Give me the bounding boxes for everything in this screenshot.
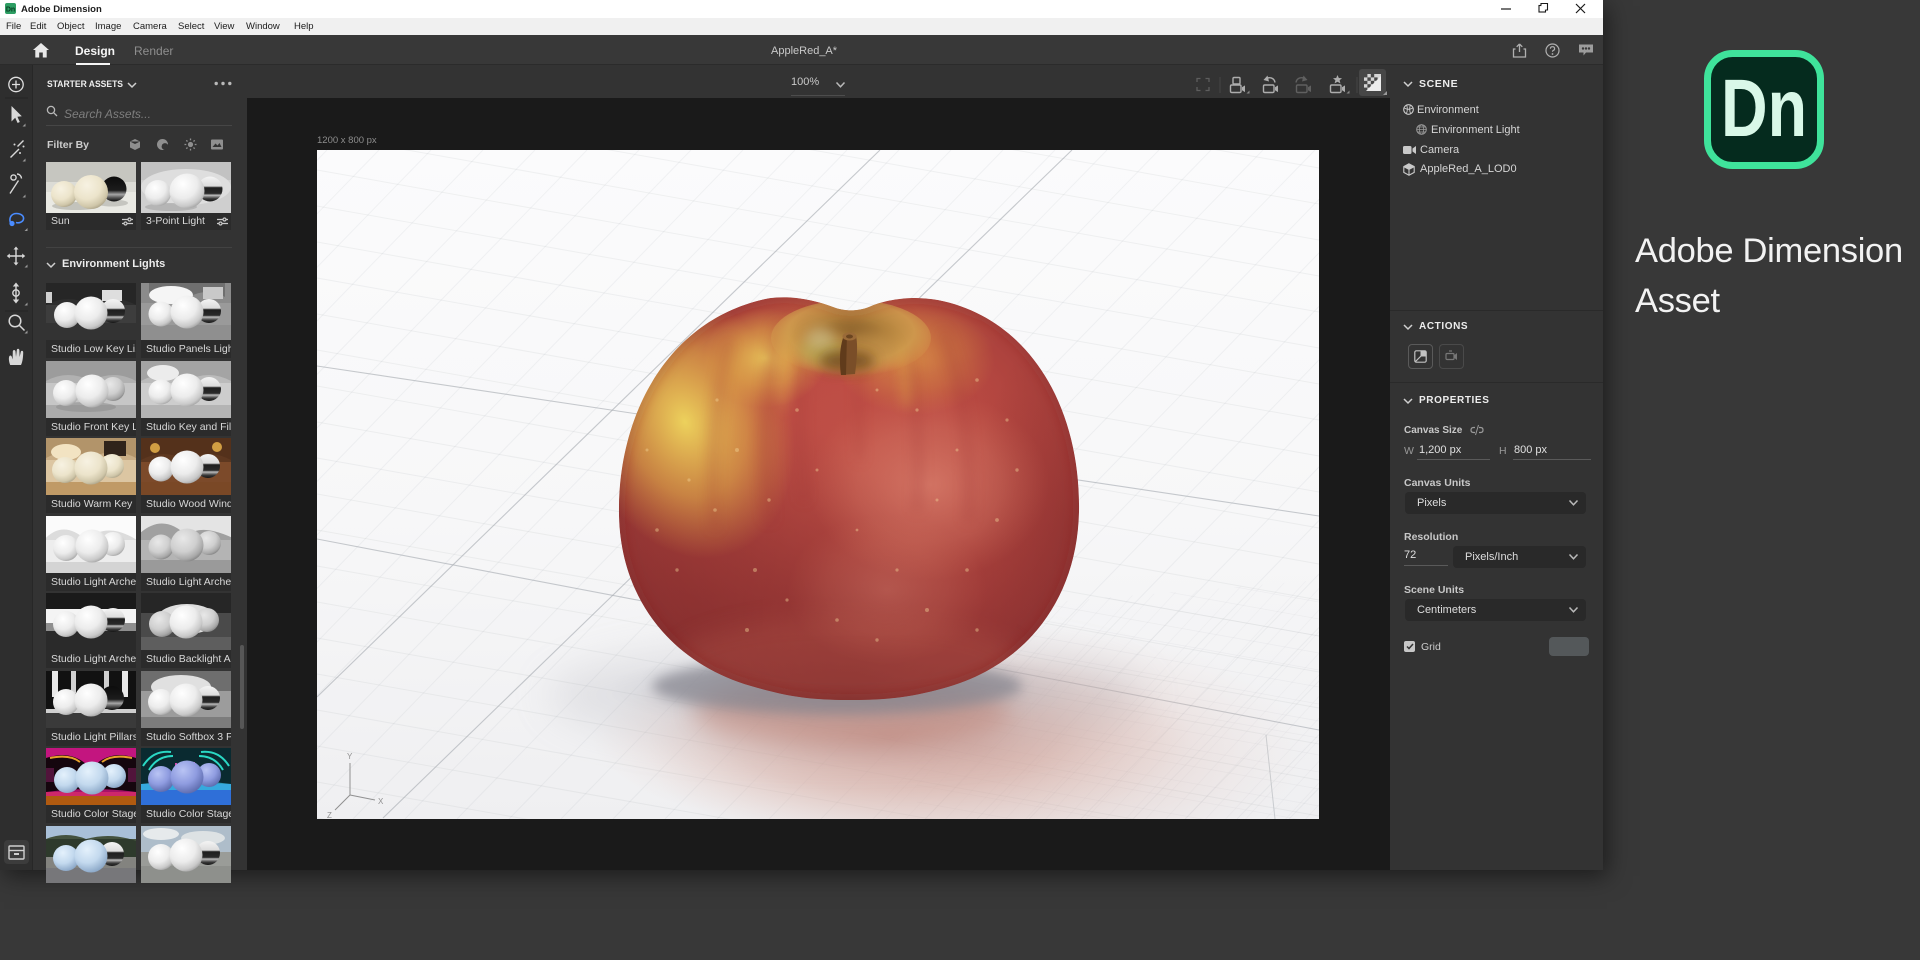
svg-text:Z: Z: [327, 811, 332, 819]
svg-text:Y: Y: [347, 752, 353, 761]
svg-text:Dn: Dn: [1721, 63, 1807, 154]
svg-text:X: X: [378, 797, 384, 806]
svg-text:Dn: Dn: [6, 7, 15, 14]
